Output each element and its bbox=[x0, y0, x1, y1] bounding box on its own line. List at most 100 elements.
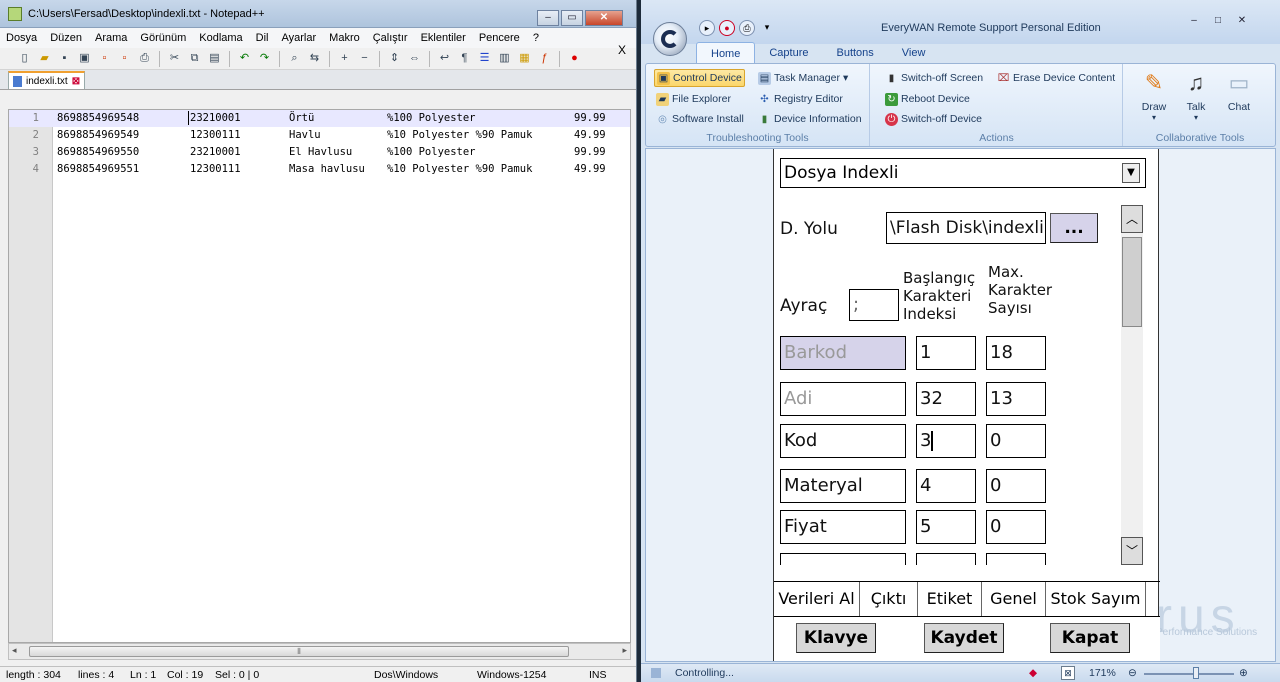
dropdown-arrow-icon[interactable]: ▼ bbox=[1122, 163, 1140, 183]
close-file-icon[interactable]: ▫ bbox=[96, 50, 113, 67]
path-field[interactable]: \Flash Disk\indexli bbox=[886, 212, 1046, 244]
talk-button[interactable]: ♫ Talk ▾ bbox=[1176, 68, 1216, 122]
open-file-icon[interactable]: ▰ bbox=[36, 50, 53, 67]
field-name-barkod[interactable]: Barkod bbox=[780, 336, 906, 370]
restore-icon[interactable]: ▭ bbox=[561, 10, 583, 26]
menu-arama[interactable]: Arama bbox=[95, 32, 127, 44]
save-icon[interactable]: ▪ bbox=[56, 50, 73, 67]
tab-indexli[interactable]: indexli.txt ⊠ bbox=[8, 71, 86, 89]
field-name-kod[interactable]: Kod bbox=[780, 424, 906, 458]
minimize-icon[interactable]: – bbox=[1183, 14, 1205, 30]
fit-screen-icon[interactable]: ⊠ bbox=[1061, 666, 1075, 680]
editor-line[interactable]: 2 8698854969549 12300111 Havlu %10 Polye… bbox=[9, 127, 630, 144]
registry-editor-button[interactable]: ✣ Registry Editor bbox=[756, 90, 845, 108]
field-start-fiyat[interactable]: 5 bbox=[916, 510, 976, 544]
menu-kodlama[interactable]: Kodlama bbox=[199, 32, 242, 44]
control-device-button[interactable]: ▣ Control Device bbox=[654, 69, 745, 87]
zoom-out-icon[interactable]: − bbox=[356, 50, 373, 67]
field-max-barkod[interactable]: 18 bbox=[986, 336, 1046, 370]
menu-pencere[interactable]: Pencere bbox=[479, 32, 520, 44]
scroll-left-icon[interactable]: ◂ bbox=[12, 645, 17, 656]
field-start-kod[interactable]: 3 bbox=[916, 424, 976, 458]
device-vertical-scrollbar[interactable]: ︿ ﹀ bbox=[1121, 205, 1143, 565]
menu-eklentiler[interactable]: Eklentiler bbox=[421, 32, 466, 44]
close-icon[interactable]: ✕ bbox=[1231, 14, 1253, 30]
new-file-icon[interactable]: ▯ bbox=[16, 50, 33, 67]
tab-buttons[interactable]: Buttons bbox=[822, 42, 887, 64]
erase-device-content-button[interactable]: ⌧ Erase Device Content bbox=[995, 69, 1117, 87]
switch-off-screen-button[interactable]: ▮ Switch-off Screen bbox=[883, 69, 985, 87]
zoom-in-icon[interactable]: + bbox=[336, 50, 353, 67]
tab-close-icon[interactable]: ⊠ bbox=[72, 76, 80, 87]
minimize-icon[interactable]: – bbox=[537, 10, 559, 26]
field-name-partial[interactable] bbox=[780, 553, 906, 565]
qat-dropdown-icon[interactable]: ▾ bbox=[759, 20, 775, 36]
field-start-materyal[interactable]: 4 bbox=[916, 469, 976, 503]
sync-vertical-icon[interactable]: ⇕ bbox=[386, 50, 403, 67]
field-max-fiyat[interactable]: 0 bbox=[986, 510, 1046, 544]
doc-map-icon[interactable]: ▥ bbox=[496, 50, 513, 67]
menu-calistir[interactable]: Çalıştır bbox=[373, 32, 408, 44]
record-icon[interactable]: ● bbox=[719, 20, 735, 36]
keyboard-button[interactable]: Klavye bbox=[796, 623, 876, 653]
field-max-partial[interactable] bbox=[986, 553, 1046, 565]
tab-etiket[interactable]: Etiket bbox=[918, 582, 982, 616]
folder-workspace-icon[interactable]: ƒ bbox=[536, 50, 553, 67]
menu-duzen[interactable]: Düzen bbox=[50, 32, 82, 44]
switch-off-device-button[interactable]: ⏻ Switch-off Device bbox=[883, 110, 984, 128]
field-start-partial[interactable] bbox=[916, 553, 976, 565]
field-name-adi[interactable]: Adi bbox=[780, 382, 906, 416]
zoom-out-icon[interactable]: ⊖ bbox=[1128, 664, 1137, 682]
menu-ayarlar[interactable]: Ayarlar bbox=[282, 32, 317, 44]
field-name-fiyat[interactable]: Fiyat bbox=[780, 510, 906, 544]
editor-line[interactable]: 3 8698854969550 23210001 El Havlusu %100… bbox=[9, 144, 630, 161]
maximize-icon[interactable]: □ bbox=[1207, 14, 1229, 30]
menu-makro[interactable]: Makro bbox=[329, 32, 360, 44]
replace-icon[interactable]: ⇆ bbox=[306, 50, 323, 67]
redo-icon[interactable]: ↷ bbox=[256, 50, 273, 67]
tab-stok-sayim[interactable]: Stok Sayım bbox=[1046, 582, 1146, 616]
field-max-kod[interactable]: 0 bbox=[986, 424, 1046, 458]
remote-device-screen[interactable]: Dosya Indexli ▼ D. Yolu \Flash Disk\inde… bbox=[773, 149, 1160, 661]
scroll-down-icon[interactable]: ﹀ bbox=[1121, 537, 1143, 565]
device-scrollbar-thumb[interactable] bbox=[1122, 237, 1142, 327]
menu-dosya[interactable]: Dosya bbox=[6, 32, 37, 44]
zoom-slider-thumb[interactable] bbox=[1193, 667, 1199, 679]
tab-capture[interactable]: Capture bbox=[755, 42, 822, 64]
save-all-icon[interactable]: ▣ bbox=[76, 50, 93, 67]
reboot-device-button[interactable]: ↻ Reboot Device bbox=[883, 90, 972, 108]
file-explorer-button[interactable]: ▰ File Explorer bbox=[654, 90, 733, 108]
task-manager-button[interactable]: ▤ Task Manager ▾ bbox=[756, 69, 850, 87]
document-close-button[interactable]: X bbox=[618, 43, 626, 57]
editor-line[interactable]: 4 8698854969551 12300111 Masa havlusu %1… bbox=[9, 161, 630, 178]
connect-icon[interactable]: ▸ bbox=[699, 20, 715, 36]
tab-view[interactable]: View bbox=[888, 42, 940, 64]
tab-genel[interactable]: Genel bbox=[982, 582, 1046, 616]
undo-icon[interactable]: ↶ bbox=[236, 50, 253, 67]
zoom-in-icon[interactable]: ⊕ bbox=[1239, 664, 1248, 682]
software-install-button[interactable]: ◎ Software Install bbox=[654, 110, 746, 128]
menu-dil[interactable]: Dil bbox=[256, 32, 269, 44]
tab-home[interactable]: Home bbox=[696, 42, 756, 64]
field-start-adi[interactable]: 32 bbox=[916, 382, 976, 416]
tab-cikti[interactable]: Çıktı bbox=[860, 582, 918, 616]
horizontal-scrollbar[interactable]: ◂ ⦀ ▸ bbox=[8, 643, 631, 660]
paste-icon[interactable]: ▤ bbox=[206, 50, 223, 67]
printer-icon[interactable]: ⎙ bbox=[739, 20, 755, 36]
menu-help[interactable]: ? bbox=[533, 32, 539, 44]
tab-verileri-al[interactable]: Verileri Al bbox=[774, 582, 860, 616]
cut-icon[interactable]: ✂ bbox=[166, 50, 183, 67]
field-max-materyal[interactable]: 0 bbox=[986, 469, 1046, 503]
device-information-button[interactable]: ▮ Device Information bbox=[756, 110, 864, 128]
editor-line[interactable]: 1 8698854969548 23210001 Örtü %100 Polye… bbox=[9, 110, 630, 127]
text-editor[interactable]: 1 8698854969548 23210001 Örtü %100 Polye… bbox=[8, 109, 631, 643]
field-max-adi[interactable]: 13 bbox=[986, 382, 1046, 416]
close-button[interactable]: Kapat bbox=[1050, 623, 1130, 653]
find-icon[interactable]: ⌕ bbox=[286, 50, 303, 67]
browse-button[interactable]: ... bbox=[1050, 213, 1098, 243]
close-all-icon[interactable]: ▫ bbox=[116, 50, 133, 67]
separator-field[interactable]: ; bbox=[849, 289, 899, 321]
show-all-chars-icon[interactable]: ¶ bbox=[456, 50, 473, 67]
close-icon[interactable]: ✕ bbox=[585, 10, 623, 26]
save-button[interactable]: Kaydet bbox=[924, 623, 1004, 653]
